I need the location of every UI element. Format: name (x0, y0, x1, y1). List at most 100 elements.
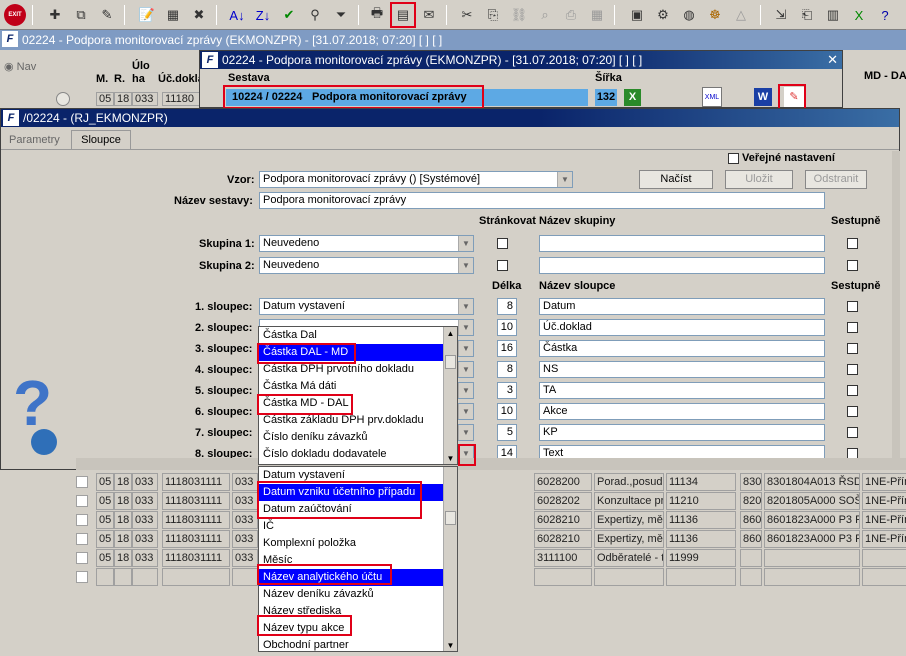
xml-export-icon[interactable]: XML (702, 87, 722, 107)
grid-icon[interactable]: ▦ (586, 4, 608, 26)
column7-length[interactable]: 5 (497, 424, 517, 441)
delete-record-icon[interactable]: ✖ (188, 4, 210, 26)
column3-sestupne-checkbox[interactable] (847, 343, 858, 354)
column2-sestupne-checkbox[interactable] (847, 322, 858, 333)
skupina1-select[interactable]: Neuvedeno ▼ (259, 235, 474, 252)
settings-icon[interactable]: ⚙ (652, 4, 674, 26)
column4-name[interactable]: NS (539, 361, 825, 378)
dropdown-lower-scrollbar[interactable]: ▼ (443, 467, 457, 651)
skupina2-sestupne-checkbox[interactable] (847, 260, 858, 271)
skupina1-name-input[interactable] (539, 235, 825, 252)
dropdown-option[interactable]: Částka Dal (259, 327, 457, 344)
table-row[interactable]: 05 18 033 1118031111 033 6028202 Konzultace pr… (76, 492, 906, 510)
dropdown-option[interactable]: Obchodní partner (259, 637, 457, 651)
column4-sestupne-checkbox[interactable] (847, 364, 858, 375)
nacist-button[interactable]: Načíst (639, 170, 713, 189)
skupina2-name-input[interactable] (539, 257, 825, 274)
skupina1-sestupne-checkbox[interactable] (847, 238, 858, 249)
dropdown-option[interactable]: Název deníku závazků (259, 586, 457, 603)
dropdown-upper-scrollbar[interactable]: ▲ ▼ (443, 327, 457, 464)
excel-export-icon[interactable]: X (624, 89, 641, 106)
column3-length[interactable]: 16 (497, 340, 517, 357)
filter-icon[interactable]: ⏷ (330, 4, 352, 26)
nav-label[interactable]: ◉ Nav (4, 60, 36, 73)
delete-icon[interactable]: ✎ (96, 4, 118, 26)
scroll-up-arrow-icon[interactable]: ▲ (444, 327, 457, 341)
column2-name[interactable]: Úč.doklad (539, 319, 825, 336)
tab-parametry[interactable]: Parametry (5, 131, 69, 149)
scroll-thumb-lower[interactable] (445, 511, 456, 525)
tools-icon[interactable]: ⚲ (304, 4, 326, 26)
column6-length[interactable]: 10 (497, 403, 517, 420)
row-checkbox[interactable] (76, 514, 88, 526)
page-icon[interactable]: ▣ (626, 4, 648, 26)
column5-sestupne-checkbox[interactable] (847, 385, 858, 396)
sort-asc-icon[interactable]: A↓ (226, 4, 248, 26)
table-row[interactable]: 05 18 033 1118031111 033 6028200 Porad.,posud.… (76, 473, 906, 491)
vzor-select[interactable]: Podpora monitorovací zprávy () [Systémov… (259, 171, 573, 188)
column3-name[interactable]: Částka (539, 340, 825, 357)
word-export-icon[interactable]: W (754, 88, 772, 106)
wheel-icon[interactable]: ☸ (704, 4, 726, 26)
paste-icon[interactable]: ⎘ (482, 4, 504, 26)
column1-length[interactable]: 8 (497, 298, 517, 315)
attach2-icon[interactable]: ⎗ (796, 4, 818, 26)
scroll-down-arrow-lower-icon[interactable]: ▼ (444, 639, 457, 651)
odstranit-button[interactable]: Odstranit (805, 170, 867, 189)
table-row-empty[interactable] (76, 568, 906, 586)
scroll-thumb[interactable] (445, 355, 456, 369)
globe-icon[interactable]: ◍ (678, 4, 700, 26)
dropdown-option[interactable]: Číslo deníku závazků (259, 429, 457, 446)
skupina1-strankovat-checkbox[interactable] (497, 238, 508, 249)
dropdown-option[interactable]: Číslo dokladu dodavatele (259, 446, 457, 463)
report-icon[interactable]: ▤ (390, 2, 416, 28)
row-checkbox[interactable] (76, 495, 88, 507)
table-row[interactable]: 05 18 033 1118031111 033 6028210 Expertizy, mě… (76, 511, 906, 529)
chart2-icon[interactable]: ▥ (822, 4, 844, 26)
column4-length[interactable]: 8 (497, 361, 517, 378)
print-icon[interactable]: 🖶 (366, 4, 388, 26)
row-checkbox[interactable] (76, 476, 88, 488)
cut-icon[interactable]: ✂ (456, 4, 478, 26)
help-icon[interactable]: ? (874, 4, 896, 26)
verejne-checkbox[interactable] (728, 153, 739, 164)
column5-name[interactable]: TA (539, 382, 825, 399)
ulozit-button[interactable]: Uložit (725, 170, 793, 189)
dropdown-option[interactable]: Komplexní položka (259, 535, 457, 552)
exit-icon[interactable]: EXIT (4, 4, 26, 26)
column7-sestupne-checkbox[interactable] (847, 427, 858, 438)
add-icon[interactable]: ✚ (44, 4, 66, 26)
column1-sestupne-checkbox[interactable] (847, 301, 858, 312)
column5-length[interactable]: 3 (497, 382, 517, 399)
dropdown-option[interactable]: IČ (259, 518, 457, 535)
copy-icon[interactable]: ⧉ (70, 4, 92, 26)
excel-icon[interactable]: X (848, 4, 870, 26)
scroll-up-button[interactable] (56, 92, 70, 106)
nazev-sestavy-input[interactable]: Podpora monitorovací zprávy (259, 192, 825, 209)
chart-icon[interactable]: △ (730, 4, 752, 26)
scroll-down-arrow-icon[interactable]: ▼ (444, 452, 457, 464)
close-icon[interactable]: ✕ (827, 51, 838, 69)
column1-select[interactable]: Datum vystavení ▼ (259, 298, 474, 315)
print-preview-icon[interactable]: ▦ (162, 4, 184, 26)
find-icon[interactable]: ⌕ (534, 4, 556, 26)
row-checkbox[interactable] (76, 552, 88, 564)
dropdown-option[interactable]: Částka Má dáti (259, 378, 457, 395)
tab-sloupce[interactable]: Sloupce (71, 130, 131, 150)
table-row[interactable]: 05 18 033 1118031111 033 3111100 Odběratelé - … (76, 549, 906, 567)
column2-length[interactable]: 10 (497, 319, 517, 336)
skupina2-select[interactable]: Neuvedeno ▼ (259, 257, 474, 274)
link-icon[interactable]: ⛓ (508, 4, 530, 26)
skupina2-strankovat-checkbox[interactable] (497, 260, 508, 271)
column6-name[interactable]: Akce (539, 403, 825, 420)
column6-sestupne-checkbox[interactable] (847, 406, 858, 417)
sort-desc-icon[interactable]: Z↓ (252, 4, 274, 26)
export-icon[interactable]: ⇲ (770, 4, 792, 26)
table-row[interactable]: 05 18 033 1118031111 033 6028210 Expertizy, mě… (76, 530, 906, 548)
column1-name[interactable]: Datum (539, 298, 825, 315)
vertical-scrollbar[interactable] (892, 151, 900, 469)
confirm-icon[interactable]: ✔ (278, 4, 300, 26)
column7-name[interactable]: KP (539, 424, 825, 441)
row-checkbox[interactable] (76, 533, 88, 545)
notes-icon[interactable]: 📝 (136, 4, 158, 26)
